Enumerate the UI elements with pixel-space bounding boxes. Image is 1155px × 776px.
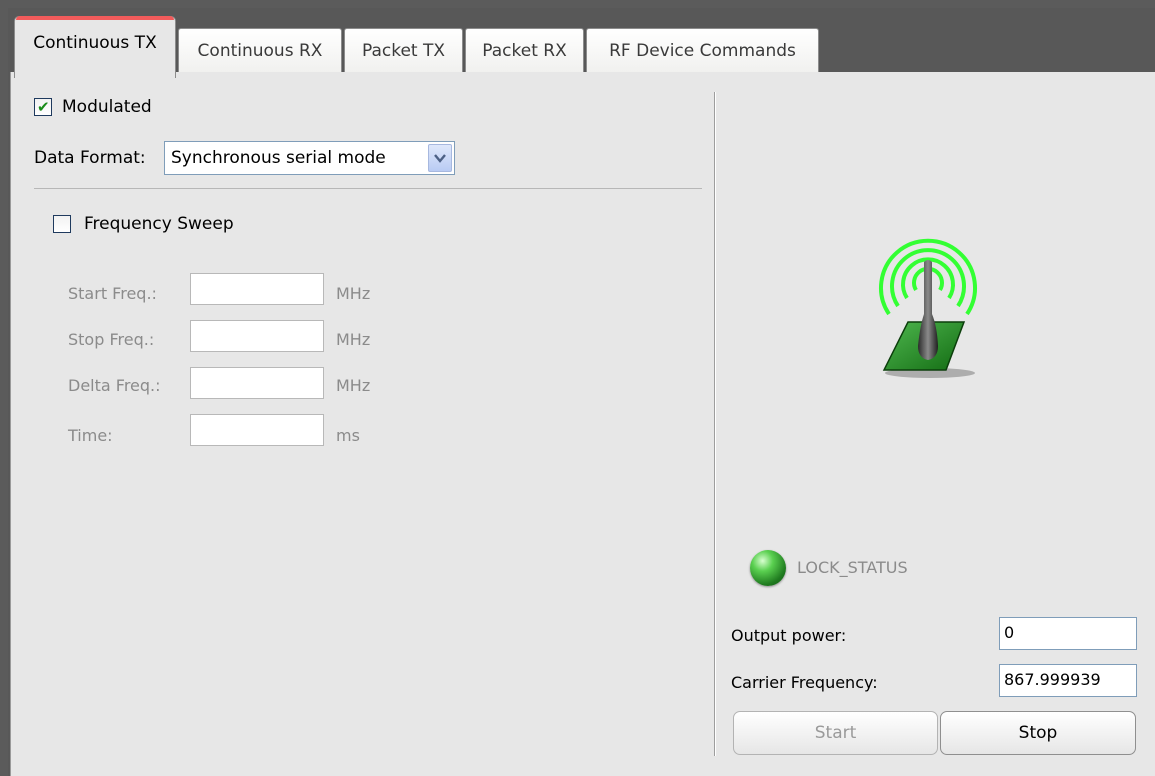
- antenna-transmitter-icon: [879, 238, 977, 378]
- divider: [34, 188, 702, 189]
- time-unit: ms: [336, 426, 360, 445]
- stop-freq-input[interactable]: [190, 320, 324, 352]
- output-power-input[interactable]: 0: [999, 617, 1137, 650]
- time-label: Time:: [68, 426, 113, 445]
- start-button[interactable]: Start: [733, 711, 938, 755]
- vertical-separator: [714, 92, 715, 756]
- lock-status-label: LOCK_STATUS: [797, 558, 908, 577]
- stop-freq-label: Stop Freq.:: [68, 330, 155, 349]
- modulated-label: Modulated: [62, 97, 152, 117]
- modulated-checkbox[interactable]: ✔: [34, 98, 52, 116]
- delta-freq-label: Delta Freq.:: [68, 376, 161, 395]
- start-freq-input[interactable]: [190, 273, 324, 305]
- time-input[interactable]: [190, 414, 324, 446]
- carrier-frequency-input[interactable]: 867.999939: [999, 664, 1137, 697]
- delta-freq-input[interactable]: [190, 367, 324, 399]
- check-icon: ✔: [37, 98, 50, 116]
- frequency-sweep-label: Frequency Sweep: [84, 214, 234, 234]
- data-format-label: Data Format:: [34, 148, 146, 168]
- start-freq-unit: MHz: [336, 284, 371, 303]
- data-format-value: Synchronous serial mode: [171, 148, 386, 168]
- output-power-label: Output power:: [731, 626, 847, 645]
- carrier-frequency-label: Carrier Frequency:: [731, 673, 878, 692]
- frequency-sweep-checkbox[interactable]: [53, 215, 71, 233]
- start-freq-label: Start Freq.:: [68, 284, 157, 303]
- stop-freq-unit: MHz: [336, 330, 371, 349]
- stop-button[interactable]: Stop: [940, 711, 1136, 755]
- status-led-icon: [750, 550, 786, 586]
- chevron-down-icon[interactable]: [428, 144, 452, 172]
- delta-freq-unit: MHz: [336, 376, 371, 395]
- data-format-select[interactable]: Synchronous serial mode: [164, 141, 455, 175]
